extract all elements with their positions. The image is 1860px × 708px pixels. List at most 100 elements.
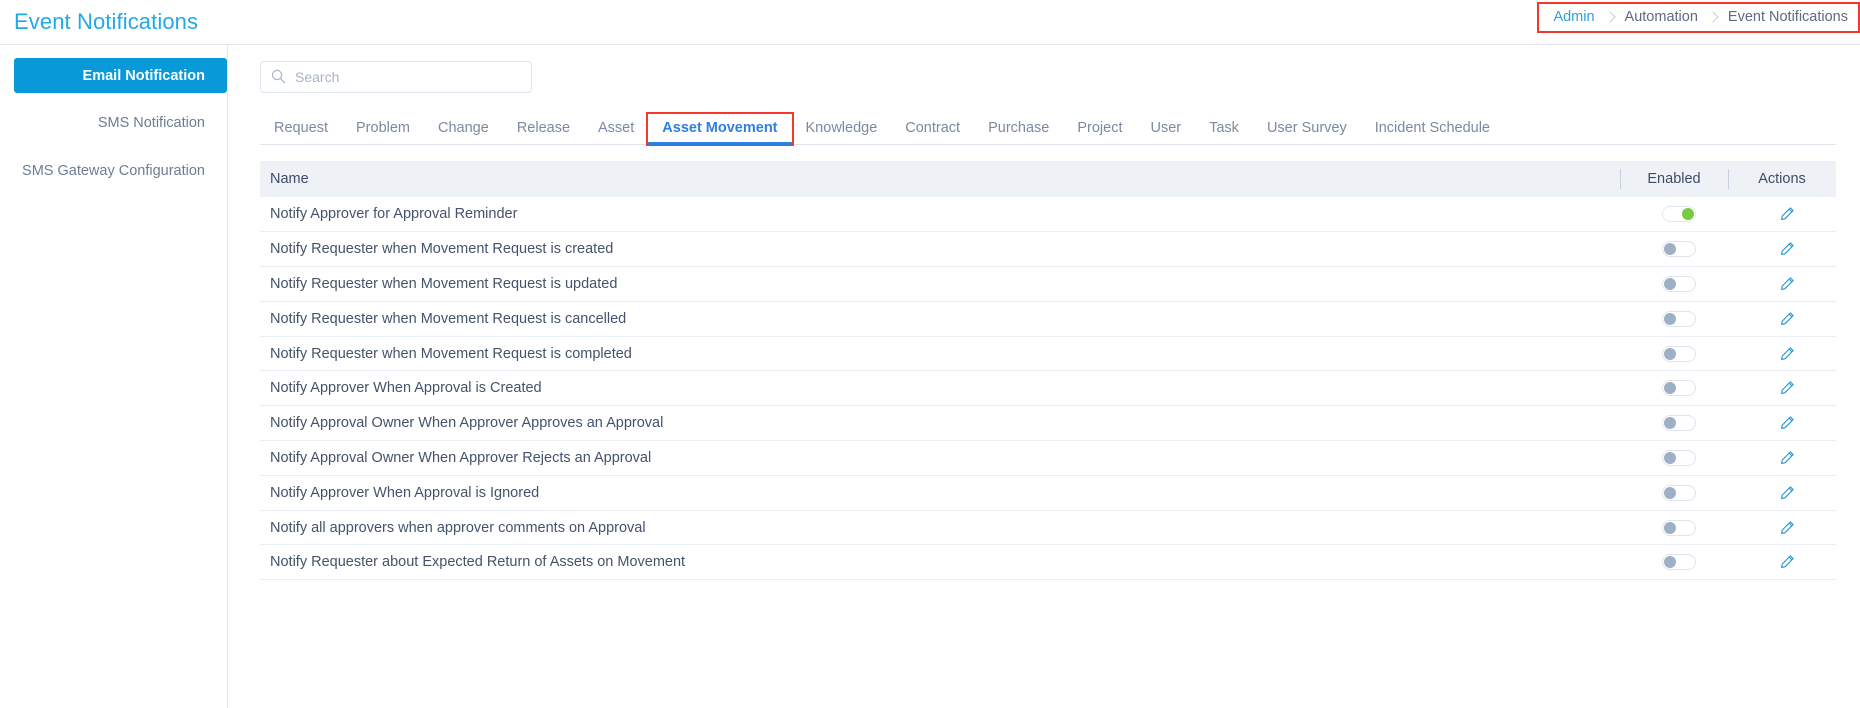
edit-pencil-icon[interactable]	[1779, 380, 1795, 396]
edit-pencil-icon[interactable]	[1779, 520, 1795, 536]
sidebar-item-label: Email Notification	[82, 67, 205, 84]
notification-name: Notify Requester about Expected Return o…	[260, 544, 1620, 581]
enabled-toggle[interactable]	[1662, 450, 1696, 467]
tab-label: User Survey	[1266, 120, 1347, 136]
tab-label: Problem	[356, 120, 411, 136]
table-row: Notify Requester about Expected Return o…	[260, 544, 1836, 581]
sidebar-item-email-notification[interactable]: Email Notification	[14, 58, 227, 93]
tab-purchase[interactable]: Purchase	[974, 120, 1063, 144]
actions-cell	[1728, 266, 1836, 302]
edit-pencil-icon[interactable]	[1779, 311, 1795, 327]
table-head: Name Enabled Actions	[260, 161, 1836, 197]
enabled-toggle[interactable]	[1662, 241, 1696, 258]
edit-pencil-icon[interactable]	[1779, 450, 1795, 466]
notification-name: Notify Requester when Movement Request i…	[260, 266, 1620, 302]
tab-knowledge[interactable]: Knowledge	[792, 120, 892, 144]
actions-cell	[1728, 370, 1836, 407]
enabled-toggle[interactable]	[1662, 554, 1696, 571]
sidebar-item-label: SMS Gateway Configuration	[22, 163, 205, 179]
table-body: Notify Approver for Approval Reminder Not…	[260, 197, 1836, 581]
tab-asset-movement[interactable]: Asset Movement	[646, 112, 794, 146]
enabled-cell	[1620, 336, 1728, 372]
edit-pencil-icon[interactable]	[1779, 206, 1795, 222]
enabled-cell	[1620, 544, 1728, 581]
column-header-enabled: Enabled	[1620, 161, 1728, 197]
edit-pencil-icon[interactable]	[1779, 415, 1795, 431]
actions-cell	[1728, 301, 1836, 337]
edit-pencil-icon[interactable]	[1779, 276, 1795, 292]
enabled-toggle[interactable]	[1662, 380, 1696, 397]
search-box	[260, 61, 532, 93]
table-row: Notify Requester when Movement Request i…	[260, 336, 1836, 372]
enabled-toggle[interactable]	[1662, 345, 1696, 362]
edit-pencil-icon[interactable]	[1779, 241, 1795, 257]
column-header-actions: Actions	[1728, 161, 1836, 197]
tab-label: Task	[1209, 120, 1239, 136]
enabled-toggle[interactable]	[1662, 484, 1696, 501]
edit-pencil-icon[interactable]	[1779, 485, 1795, 501]
tab-label: Asset	[598, 120, 635, 136]
tab-change[interactable]: Change	[424, 120, 503, 144]
enabled-toggle[interactable]	[1662, 206, 1696, 223]
actions-cell	[1728, 405, 1836, 442]
enabled-cell	[1620, 197, 1728, 233]
sidebar-item-sms-gateway-configuration[interactable]: SMS Gateway Configuration	[0, 153, 227, 189]
notification-name: Notify Requester when Movement Request i…	[260, 231, 1620, 268]
enabled-cell	[1620, 370, 1728, 407]
notification-name: Notify all approvers when approver comme…	[260, 510, 1620, 546]
notifications-table: Name Enabled Actions Notify Approver for…	[260, 161, 1836, 581]
table-row: Notify Requester when Movement Request i…	[260, 266, 1836, 302]
edit-pencil-icon[interactable]	[1779, 346, 1795, 362]
tab-incident-schedule[interactable]: Incident Schedule	[1361, 120, 1504, 144]
enabled-cell	[1620, 231, 1728, 268]
top-bar: Event Notifications Admin Automation Event…	[0, 0, 1860, 45]
edit-pencil-icon[interactable]	[1779, 554, 1795, 570]
tab-release[interactable]: Release	[503, 120, 584, 144]
sidebar-item-sms-notification[interactable]: SMS Notification	[0, 105, 227, 141]
tab-label: Asset Movement	[662, 120, 778, 136]
tab-request[interactable]: Request	[260, 120, 342, 144]
page-title: Event Notifications	[14, 9, 199, 34]
enabled-toggle[interactable]	[1662, 519, 1696, 536]
search-input[interactable]	[260, 61, 532, 93]
toggle-knob	[1664, 243, 1676, 256]
table-row: Notify Requester when Movement Request i…	[260, 301, 1836, 337]
notification-name: Notify Requester when Movement Request i…	[260, 301, 1620, 337]
toggle-knob	[1682, 208, 1694, 221]
tab-label: Project	[1077, 120, 1123, 136]
tab-asset[interactable]: Asset	[584, 120, 648, 144]
actions-cell	[1728, 197, 1836, 233]
tab-problem[interactable]: Problem	[342, 120, 424, 144]
toggle-knob	[1664, 521, 1676, 534]
notification-name: Notify Approval Owner When Approver Appr…	[260, 405, 1620, 442]
page-body: Email Notification SMS Notification SMS Ga…	[0, 45, 1860, 708]
toggle-knob	[1664, 312, 1676, 325]
tab-label: Purchase	[988, 120, 1050, 136]
tab-label: User	[1150, 120, 1182, 136]
notification-name: Notify Approver for Approval Reminder	[260, 197, 1620, 233]
column-header-name: Name	[260, 161, 1620, 197]
enabled-toggle[interactable]	[1662, 415, 1696, 432]
main-content: Request Problem Change Release Asset Asset Mo…	[228, 45, 1860, 708]
tab-contract[interactable]: Contract	[891, 120, 974, 144]
breadcrumb-item-2: Event Notifications	[1727, 9, 1848, 25]
tab-project[interactable]: Project	[1063, 120, 1136, 144]
tab-user[interactable]: User	[1136, 120, 1195, 144]
toggle-knob	[1664, 347, 1676, 360]
actions-cell	[1728, 510, 1836, 546]
actions-cell	[1728, 231, 1836, 268]
breadcrumb-item-0[interactable]: Admin	[1553, 9, 1594, 25]
enabled-toggle[interactable]	[1662, 276, 1696, 293]
tab-label: Request	[274, 120, 329, 136]
breadcrumb-item-1: Automation	[1624, 9, 1698, 25]
tab-label: Release	[516, 120, 571, 136]
enabled-toggle[interactable]	[1662, 310, 1696, 327]
toggle-knob	[1664, 382, 1676, 395]
breadcrumb: Admin Automation Event Notifications	[1537, 2, 1860, 33]
toggle-knob	[1664, 486, 1676, 499]
notification-name: Notify Approval Owner When Approver Reje…	[260, 440, 1620, 476]
actions-cell	[1728, 475, 1836, 511]
tab-user-survey[interactable]: User Survey	[1253, 120, 1361, 144]
tab-task[interactable]: Task	[1195, 120, 1253, 144]
notification-name: Notify Approver When Approval is Created	[260, 370, 1620, 407]
